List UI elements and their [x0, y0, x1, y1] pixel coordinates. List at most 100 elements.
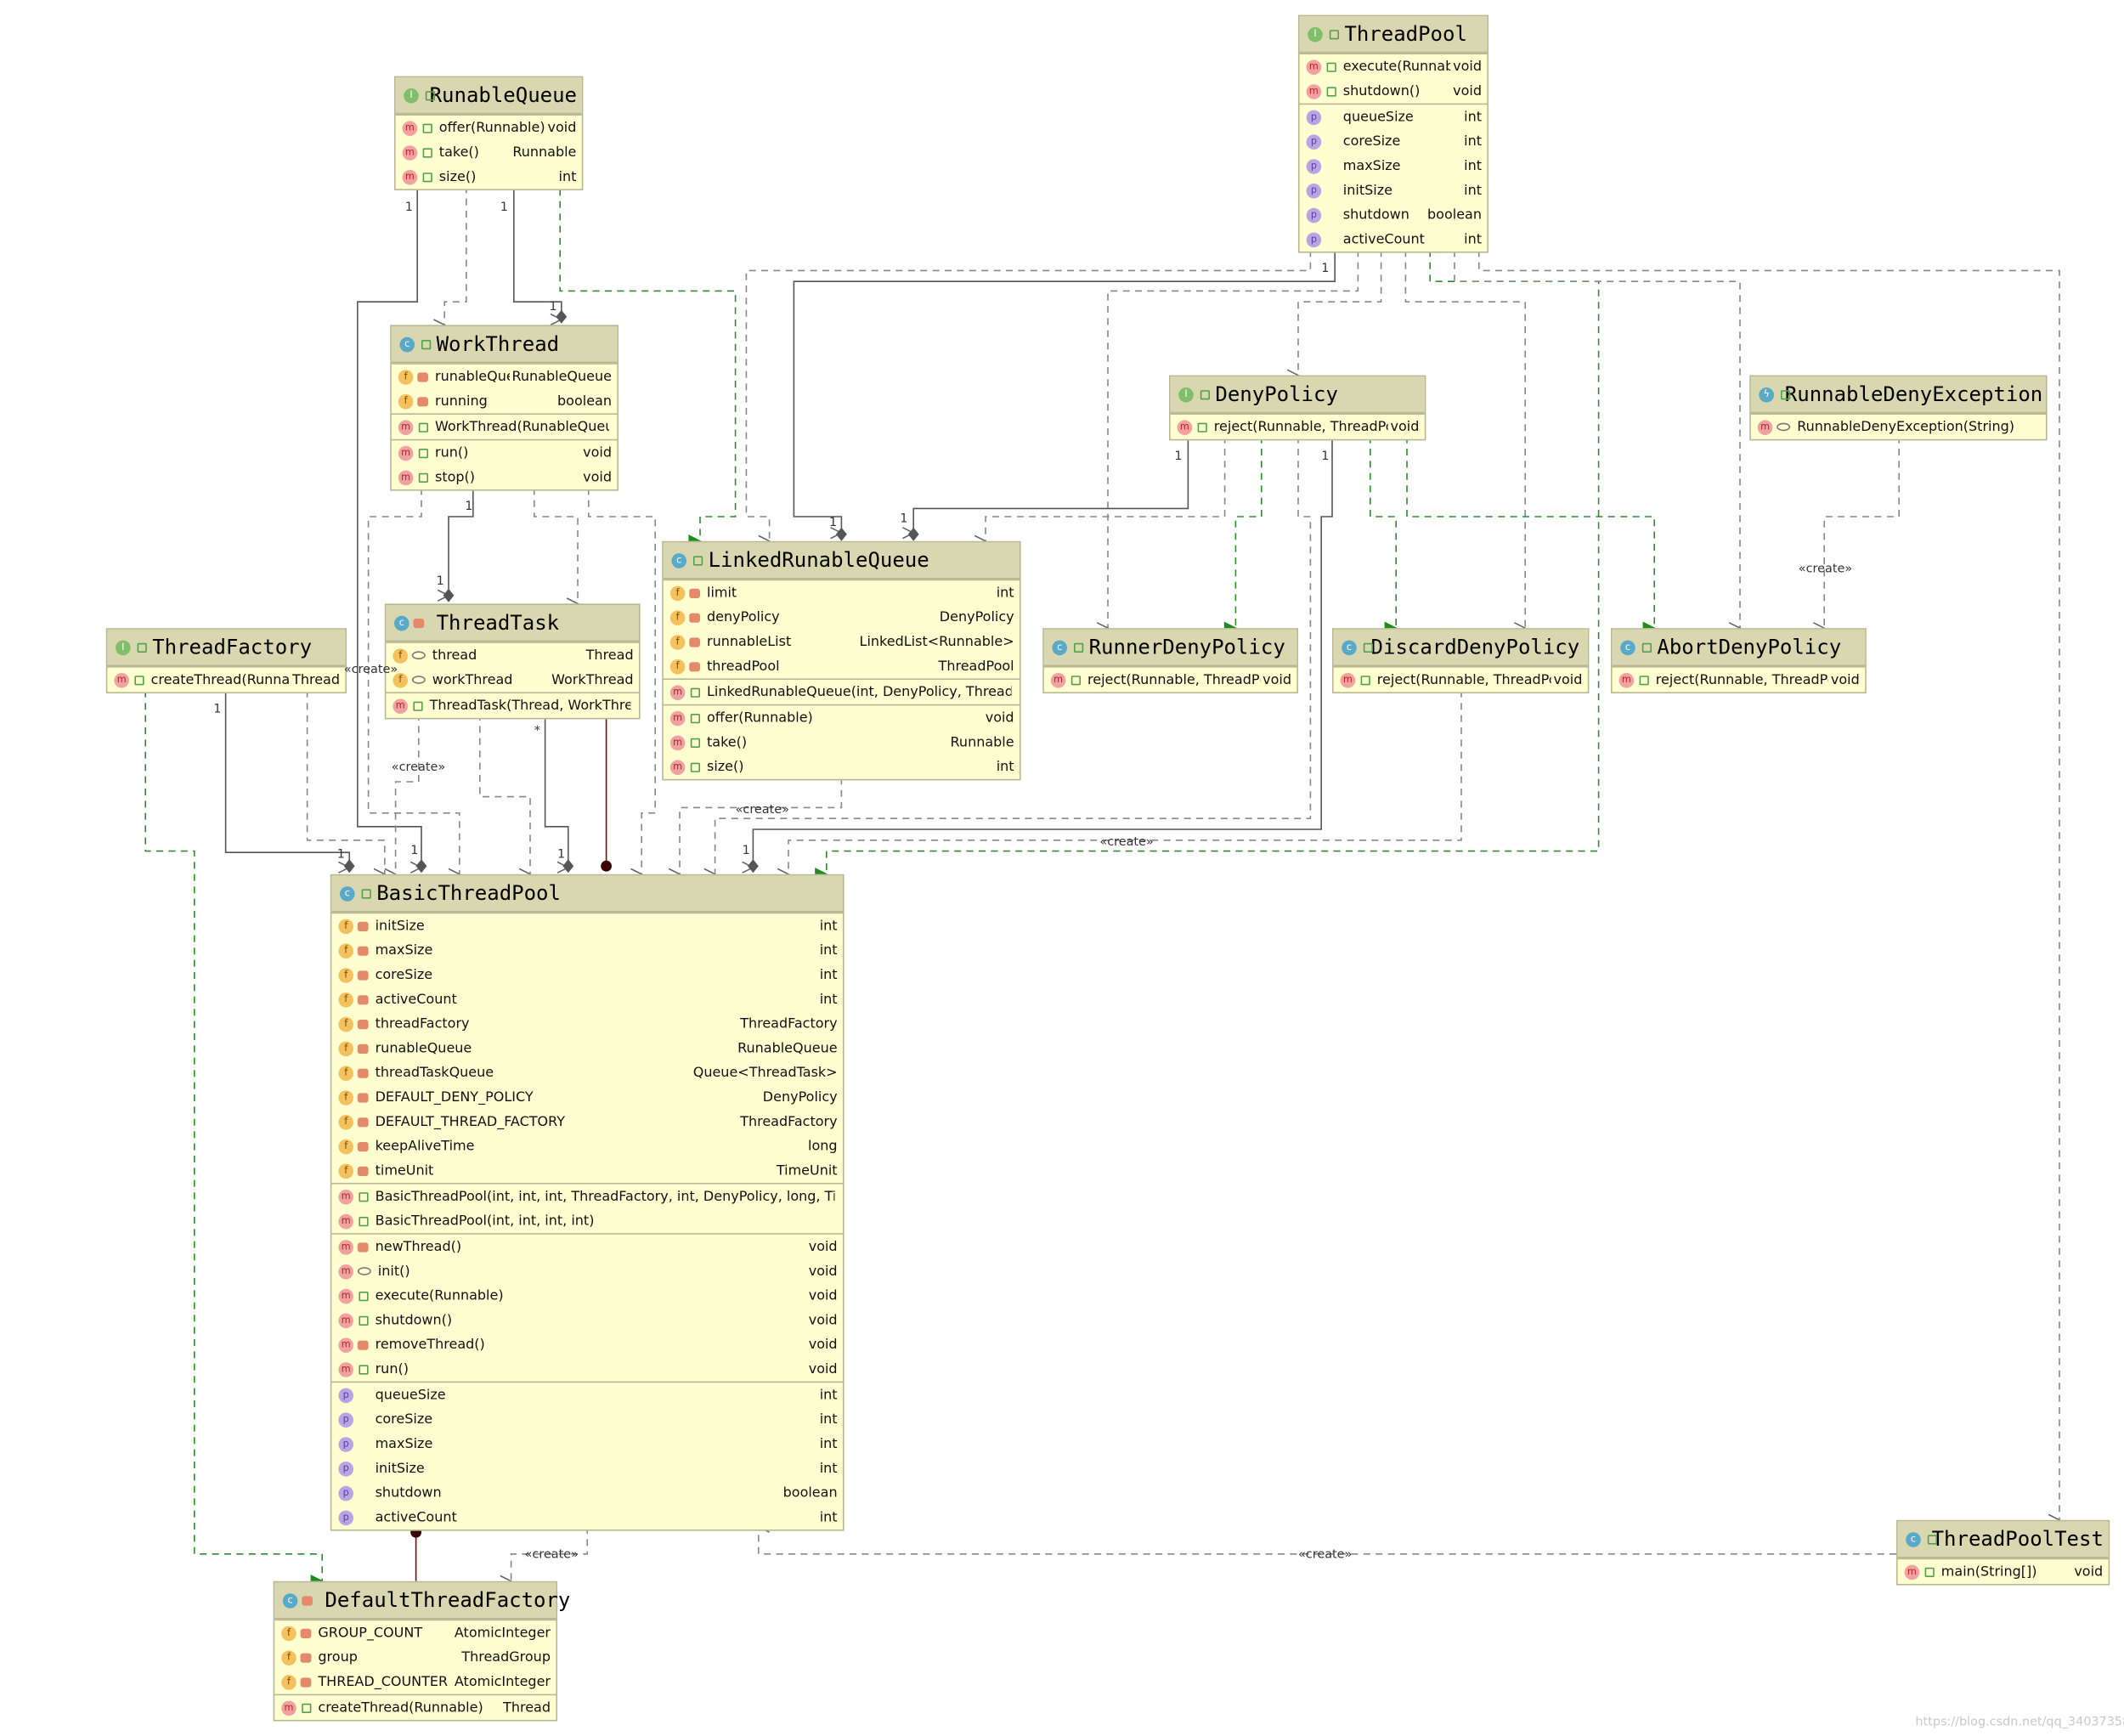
- class-box-abort-deny-policy[interactable]: c AbortDenyPolicy m reject(Runnable, Thread…: [1611, 628, 1867, 693]
- field-row[interactable]: f DEFAULT_THREAD_FACTORY ThreadFactory: [331, 1110, 843, 1134]
- field-row[interactable]: f group ThreadGroup: [274, 1645, 556, 1670]
- field-row[interactable]: f limit int: [664, 580, 1020, 605]
- property-row[interactable]: p queueSize int: [331, 1383, 843, 1407]
- field-row[interactable]: f activeCount int: [331, 987, 843, 1012]
- method-row[interactable]: m take() Runnable: [396, 140, 582, 165]
- field-row[interactable]: f coreSize int: [331, 963, 843, 987]
- field-row[interactable]: f DEFAULT_DENY_POLICY DenyPolicy: [331, 1085, 843, 1110]
- class-box-thread-factory[interactable]: I ThreadFactory m createThread(Runnable)Thr…: [105, 628, 347, 693]
- method-row[interactable]: m removeThread() void: [331, 1332, 843, 1357]
- public-visibility-icon: [1325, 61, 1336, 72]
- method-row[interactable]: m run() void: [331, 1357, 843, 1382]
- member-type: DenyPolicy: [762, 1089, 838, 1105]
- member-name: runableQueue: [435, 369, 509, 384]
- field-icon: f: [338, 1139, 353, 1154]
- property-row[interactable]: p shutdown boolean: [1300, 202, 1488, 227]
- member-name: reject(Runnable, ThreadPool): [1655, 672, 1828, 687]
- private-visibility-icon: [357, 1043, 369, 1054]
- property-row[interactable]: p queueSize int: [1300, 105, 1488, 129]
- private-visibility-icon: [417, 372, 428, 382]
- field-row[interactable]: f thread Thread: [386, 643, 639, 668]
- method-row[interactable]: mcreateThread(Runnable)Thread: [274, 1695, 556, 1720]
- member-name: coreSize: [375, 967, 433, 982]
- method-row[interactable]: mexecute(Runnable)void: [331, 1283, 843, 1308]
- field-row[interactable]: f runnableList LinkedList<Runnable>: [664, 630, 1020, 654]
- field-row[interactable]: f keepAliveTime long: [331, 1134, 843, 1158]
- class-box-runner-deny-policy[interactable]: c RunnerDenyPolicy m reject(Runnable, Threa…: [1042, 628, 1298, 693]
- method-row[interactable]: m shutdown() void: [331, 1308, 843, 1332]
- field-row[interactable]: f workThread WorkThread: [386, 668, 639, 693]
- member-name: offer(Runnable): [438, 120, 545, 136]
- property-row[interactable]: p maxSize int: [1300, 154, 1488, 178]
- class-icon: c: [394, 615, 410, 631]
- property-row[interactable]: p activeCount int: [1300, 227, 1488, 252]
- method-row[interactable]: m RunnableDenyException(String): [1751, 415, 2046, 439]
- method-row[interactable]: m newThread() void: [331, 1235, 843, 1259]
- member-name: initSize: [1342, 183, 1392, 198]
- public-visibility-icon: [136, 642, 147, 653]
- method-row[interactable]: m offer(Runnable) void: [396, 116, 582, 140]
- association-line: [913, 436, 1189, 534]
- field-row[interactable]: f initSize int: [331, 913, 843, 938]
- field-row[interactable]: f THREAD_COUNTER AtomicInteger: [274, 1670, 556, 1694]
- class-box-deny-policy[interactable]: I DenyPolicy m reject(Runnable, ThreadPool)…: [1169, 375, 1426, 441]
- property-row[interactable]: p maxSize int: [331, 1432, 843, 1456]
- property-row[interactable]: p coreSize int: [331, 1407, 843, 1432]
- method-row[interactable]: m main(String[]) void: [1898, 1559, 2109, 1584]
- property-row[interactable]: p shutdown boolean: [331, 1480, 843, 1505]
- property-row[interactable]: p initSize int: [331, 1456, 843, 1481]
- private-visibility-icon: [689, 637, 700, 647]
- member-type: void: [808, 1312, 838, 1328]
- member-type: void: [808, 1337, 838, 1353]
- class-box-discard-deny-policy[interactable]: c DiscardDenyPolicy m reject(Runnable, Thre…: [1332, 628, 1590, 693]
- method-row[interactable]: m ThreadTask(Thread, WorkThread): [386, 693, 639, 718]
- method-row[interactable]: m shutdown() void: [1300, 79, 1488, 104]
- field-row[interactable]: frunableQueueRunableQueue: [331, 1036, 843, 1060]
- method-row[interactable]: m run() void: [392, 440, 618, 465]
- method-row[interactable]: m take() Runnable: [664, 730, 1020, 755]
- method-row[interactable]: m init() void: [331, 1259, 843, 1284]
- method-row[interactable]: m size() int: [396, 165, 582, 189]
- method-row[interactable]: m size() int: [664, 755, 1020, 779]
- field-row[interactable]: f threadTaskQueue Queue<ThreadTask>: [331, 1060, 843, 1085]
- field-row[interactable]: f timeUnit TimeUnit: [331, 1158, 843, 1183]
- private-visibility-icon: [357, 995, 369, 1005]
- class-box-runable-queue[interactable]: I RunableQueue m offer(Runnable) void m take()…: [394, 76, 584, 190]
- field-row[interactable]: f maxSize int: [331, 938, 843, 963]
- field-row[interactable]: f threadFactory ThreadFactory: [331, 1011, 843, 1036]
- class-icon: c: [1906, 1531, 1921, 1547]
- member-type: int: [1464, 183, 1482, 198]
- class-box-thread-pool[interactable]: I ThreadPool m execute(Runnable)void m shutdo…: [1298, 14, 1488, 253]
- field-row[interactable]: f denyPolicy DenyPolicy: [664, 605, 1020, 630]
- method-row[interactable]: m reject(Runnable, ThreadPool)void: [1613, 668, 1866, 693]
- class-box-linked-runable-queue[interactable]: c LinkedRunableQueue f limit int f denyPolicy D…: [662, 540, 1021, 781]
- field-row[interactable]: f threadPool ThreadPool: [664, 654, 1020, 679]
- property-row[interactable]: p activeCount int: [331, 1505, 843, 1530]
- class-box-default-thread-factory[interactable]: c DefaultThreadFactory f GROUP_COUNT AtomicI…: [273, 1580, 570, 1722]
- method-row[interactable]: m BasicThreadPool(int, int, int, ThreadFa…: [331, 1185, 843, 1209]
- member-name: createThread(Runnable): [150, 672, 290, 687]
- method-row[interactable]: m stop() void: [392, 465, 618, 489]
- property-row[interactable]: p initSize int: [1300, 178, 1488, 203]
- class-box-thread-task[interactable]: c ThreadTask f thread Thread f workThread WorkT…: [384, 603, 641, 720]
- method-row[interactable]: mcreateThread(Runnable)Thread: [107, 668, 345, 693]
- method-row[interactable]: m WorkThread(RunableQueue): [392, 415, 618, 439]
- method-row[interactable]: m BasicThreadPool(int, int, int, int): [331, 1208, 843, 1233]
- method-row[interactable]: m reject(Runnable, ThreadPool)void: [1171, 415, 1425, 439]
- class-box-thread-pool-test[interactable]: c ThreadPoolTest m main(String[]) void: [1896, 1519, 2110, 1586]
- class-box-basic-thread-pool[interactable]: c BasicThreadPool f initSize int f maxSize int f…: [330, 874, 845, 1531]
- method-row[interactable]: m reject(Runnable, ThreadPool)void: [1044, 668, 1297, 693]
- property-icon: p: [338, 1436, 353, 1451]
- field-row[interactable]: f running boolean: [392, 389, 618, 414]
- property-row[interactable]: p coreSize int: [1300, 129, 1488, 154]
- class-box-runnable-deny-exception[interactable]: ϟ RunnableDenyException m RunnableDenyExcep…: [1749, 375, 2048, 441]
- method-row[interactable]: mexecute(Runnable)void: [1300, 54, 1488, 79]
- class-box-work-thread[interactable]: c WorkThread f runableQueueRunableQueue f run…: [390, 325, 619, 491]
- method-row[interactable]: m offer(Runnable) void: [664, 705, 1020, 730]
- private-visibility-icon: [357, 921, 369, 931]
- method-icon: m: [398, 419, 414, 435]
- method-row[interactable]: m reject(Runnable, ThreadPool)void: [1334, 668, 1588, 693]
- field-row[interactable]: f GROUP_COUNT AtomicInteger: [274, 1620, 556, 1645]
- method-row[interactable]: m LinkedRunableQueue(int, DenyPolicy, Thr…: [664, 680, 1020, 704]
- field-row[interactable]: frunableQueueRunableQueue: [392, 365, 618, 389]
